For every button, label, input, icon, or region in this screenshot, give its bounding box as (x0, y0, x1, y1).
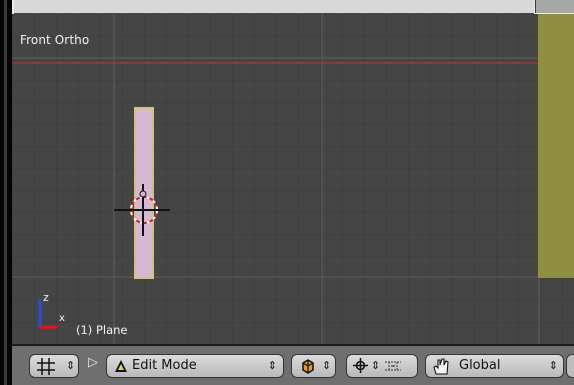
axis-x-label: x (59, 313, 65, 324)
active-object-label: (1) Plane (76, 323, 128, 337)
grid-icon (37, 358, 55, 375)
olive-object[interactable] (538, 14, 574, 278)
dropdown-arrows-icon: ⇕ (548, 359, 558, 372)
3d-view-header: ⇕ ▷ Edit Mode ⇕ ⇕ ⇕ Global ⇕ (12, 344, 574, 385)
viewport-canvas[interactable]: z x (12, 14, 574, 344)
left-border-bevel (4, 0, 7, 385)
solid-cube-icon (302, 359, 314, 374)
pivot-crosshair-icon (353, 358, 368, 373)
dropdown-arrows-icon: ⇕ (267, 359, 277, 372)
blender-window: z x Front Ortho (1) Plane ⇕ ▷ Edit Mode … (0, 0, 574, 385)
snap-icon[interactable] (383, 359, 403, 373)
transform-orientation-value: Global (459, 358, 501, 373)
dropdown-arrows-icon: ⇕ (66, 359, 76, 372)
transform-orientation-select[interactable]: Global ⇕ (425, 354, 564, 378)
hand-icon (433, 358, 449, 375)
pivot-button[interactable]: ⇕ (346, 354, 418, 378)
dropdown-arrows-icon: ⇕ (371, 359, 381, 372)
left-border (0, 0, 12, 385)
view-menu-button[interactable]: ⇕ (29, 354, 79, 378)
triangle-mesh-icon (115, 360, 127, 372)
mode-select-value: Edit Mode (132, 358, 197, 373)
3d-viewport[interactable]: z x (12, 14, 574, 344)
mode-select[interactable]: Edit Mode ⇕ (106, 354, 284, 378)
dropdown-arrows-icon: ⇕ (322, 359, 332, 372)
view-title: Front Ortho (20, 33, 90, 47)
triangle-right-icon[interactable]: ▷ (88, 355, 98, 370)
top-bar-right (535, 0, 574, 13)
axis-z-label: z (43, 291, 49, 304)
clipped-edge-button[interactable] (566, 354, 574, 378)
top-bar (0, 0, 574, 14)
top-bar-left (14, 0, 534, 14)
shading-button[interactable]: ⇕ (291, 354, 336, 378)
